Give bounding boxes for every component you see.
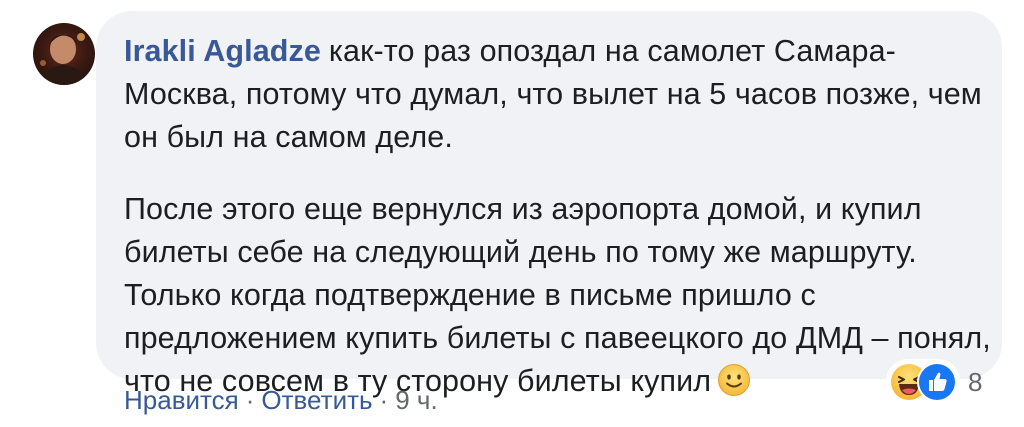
reactions-summary[interactable]: 8 xyxy=(886,359,1006,405)
comment-paragraph-2: После этого еще вернулся из аэропорта до… xyxy=(124,188,994,403)
reply-link[interactable]: Ответить xyxy=(261,385,372,415)
separator: · xyxy=(245,385,255,415)
like-link[interactable]: Нравится xyxy=(124,385,239,415)
slightly-smiling-face-icon xyxy=(717,363,751,397)
comment: Irakli Agladze как-то раз опоздал на само… xyxy=(0,0,1024,427)
comment-actions: Нравится · Ответить · 9 ч. xyxy=(124,382,438,418)
comment-paragraph-1: Irakli Agladze как-то раз опоздал на само… xyxy=(124,30,994,159)
comment-text-2: После этого еще вернулся из аэропорта до… xyxy=(124,192,991,398)
avatar[interactable] xyxy=(33,23,95,85)
avatar-photo-icon xyxy=(39,33,89,85)
timestamp[interactable]: 9 ч. xyxy=(395,385,437,415)
author-name-link[interactable]: Irakli Agladze xyxy=(124,34,321,68)
reaction-count: 8 xyxy=(968,366,983,397)
thumbs-up-icon xyxy=(917,362,957,402)
separator: · xyxy=(379,385,389,415)
reaction-icons xyxy=(886,359,960,405)
comment-body: Irakli Agladze как-то раз опоздал на само… xyxy=(124,30,994,403)
